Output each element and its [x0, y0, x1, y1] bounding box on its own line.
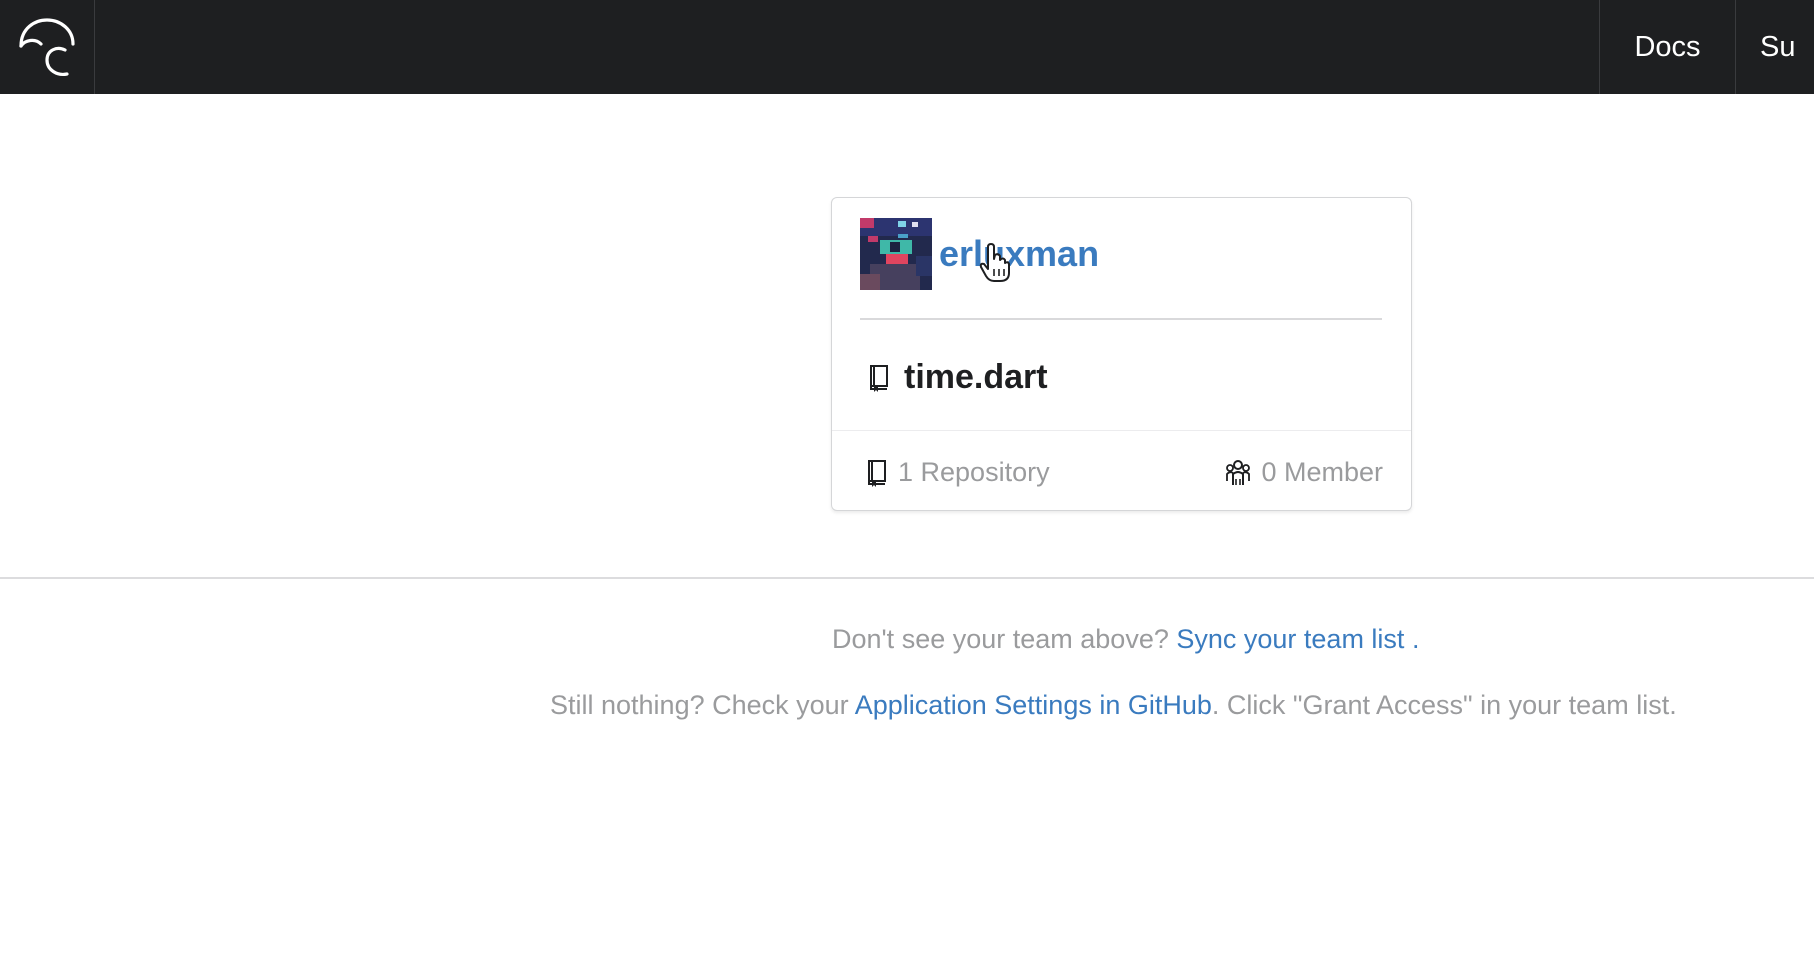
team-card-header: erluxman	[860, 218, 1099, 290]
help-settings-prefix: Still nothing? Check your	[550, 690, 855, 720]
navbar-spacer	[95, 0, 1599, 94]
help-sync-suffix: .	[1404, 624, 1420, 654]
card-divider	[860, 318, 1382, 320]
page-divider	[0, 577, 1814, 579]
team-card-footer: 1 Repository 0 Member	[832, 430, 1411, 510]
avatar-image	[860, 218, 932, 290]
help-settings-suffix: . Click "Grant Access" in your team list…	[1211, 690, 1677, 720]
help-settings-text: Still nothing? Check your Application Se…	[550, 690, 1677, 721]
help-sync-text: Don't see your team above? Sync your tea…	[832, 624, 1419, 655]
github-application-settings-link[interactable]: Application Settings in GitHub	[855, 690, 1212, 720]
book-icon	[870, 364, 888, 392]
book-icon	[868, 459, 886, 487]
repository-name: time.dart	[904, 358, 1048, 396]
repository-item[interactable]: time.dart	[868, 358, 1048, 397]
home-logo-link[interactable]	[0, 0, 95, 94]
team-name-link[interactable]: erluxman	[939, 233, 1099, 275]
repository-count: 1 Repository	[866, 457, 1050, 488]
top-navbar: Docs Su	[0, 0, 1814, 94]
team-card: erluxman time.dart 1 Repository 0 Member	[831, 197, 1412, 511]
repository-count-label: 1 Repository	[898, 457, 1050, 487]
sync-team-list-link[interactable]: Sync your team list	[1176, 624, 1404, 654]
nav-docs-link[interactable]: Docs	[1599, 0, 1735, 94]
team-avatar[interactable]	[860, 218, 932, 290]
team-icon	[1226, 459, 1251, 485]
nav-support-link[interactable]: Su	[1735, 0, 1814, 94]
help-sync-prefix: Don't see your team above?	[832, 624, 1177, 654]
member-count-label: 0 Member	[1261, 457, 1383, 487]
umbrella-logo-icon	[19, 18, 75, 76]
member-count: 0 Member	[1225, 457, 1383, 488]
